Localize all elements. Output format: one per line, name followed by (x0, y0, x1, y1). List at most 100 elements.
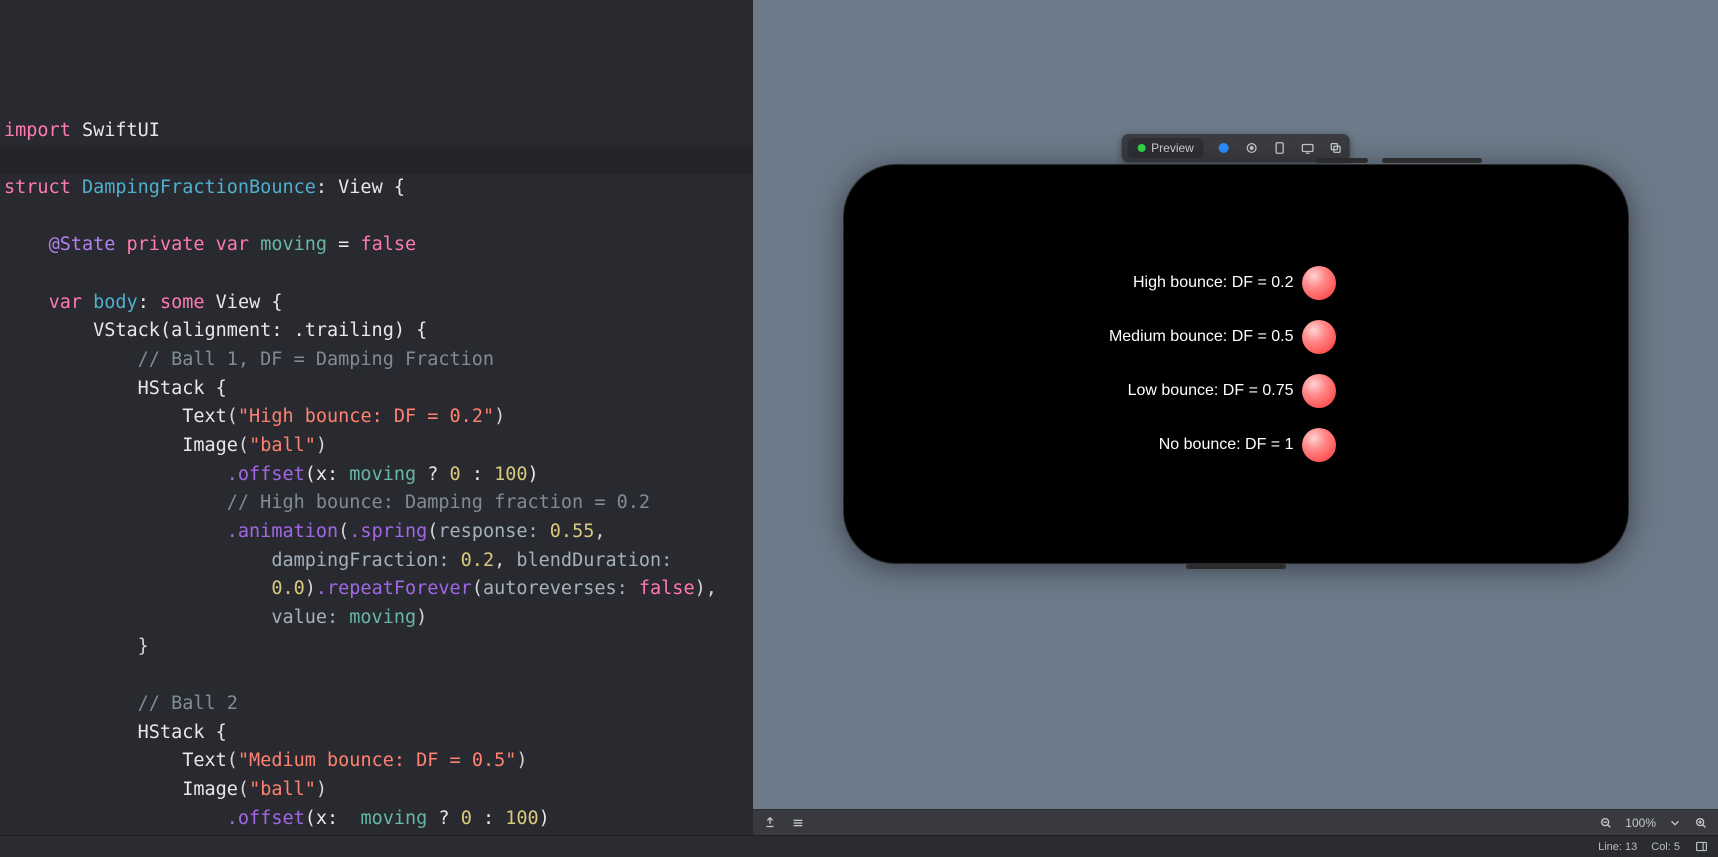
comment: // Ball 1, DF = Damping Fraction (138, 349, 494, 370)
punct: : (138, 292, 149, 313)
keyword-private: private (127, 234, 205, 255)
status-dot-icon (1137, 144, 1145, 152)
var-moving: moving (260, 234, 327, 255)
status-col: Col: 5 (1651, 841, 1680, 853)
minimap-toggle-icon[interactable] (1694, 840, 1708, 854)
var-moving: moving (349, 607, 416, 628)
canvas-inner[interactable]: Preview (753, 0, 1718, 809)
arg-response: response: (438, 521, 538, 542)
selectable-preview-icon[interactable] (1244, 140, 1260, 156)
method-repeatforever: .repeatForever (316, 578, 472, 599)
pin-preview-icon[interactable] (763, 816, 777, 830)
num: 0.0 (271, 578, 304, 599)
ball-icon (1302, 266, 1336, 300)
args: (x: (305, 808, 338, 829)
main-split: import SwiftUI struct DampingFractionBou… (0, 0, 1718, 835)
punct: : View { (316, 177, 405, 198)
code-content: import SwiftUI struct DampingFractionBou… (4, 88, 753, 835)
modifier-animation: .animation (227, 521, 338, 542)
device-bottom-nub (1186, 564, 1286, 569)
app-preview-content: High bounce: DF = 0.2 Medium bounce: DF … (844, 165, 1628, 563)
row-label: No bounce: DF = 1 (1159, 436, 1294, 454)
num: 0 (461, 808, 472, 829)
arg-blendduration: blendDuration: (516, 550, 672, 571)
preview-row-no-bounce: No bounce: DF = 1 (1159, 428, 1336, 462)
preview-canvas: Preview (753, 0, 1718, 835)
preview-on-device-icon[interactable] (1300, 140, 1316, 156)
type-view: View (216, 292, 261, 313)
keyword-false: false (360, 234, 416, 255)
preview-row-low-bounce: Low bounce: DF = 0.75 (1128, 374, 1336, 408)
comment: // Ball 2 (138, 693, 238, 714)
punct: ) (528, 464, 539, 485)
status-line: Line: 13 (1598, 841, 1637, 853)
punct: : (461, 464, 494, 485)
punct: ) (539, 808, 550, 829)
string: "High bounce: DF = 0.2" (238, 406, 494, 427)
zoom-in-icon[interactable] (1694, 816, 1708, 830)
keyword-var: var (49, 292, 82, 313)
type-name: DampingFractionBounce (82, 177, 316, 198)
punct: : (472, 808, 505, 829)
row-label: Medium bounce: DF = 0.5 (1109, 328, 1294, 346)
zoom-level[interactable]: 100% (1625, 816, 1656, 830)
modifier-offset: .offset (227, 808, 305, 829)
ball-icon (1302, 374, 1336, 408)
modifier-offset: .offset (227, 464, 305, 485)
type-text: Text (182, 406, 227, 427)
row-label: Low bounce: DF = 0.75 (1128, 382, 1294, 400)
ball-icon (1302, 428, 1336, 462)
comment: // High bounce: Damping fraction = 0.2 (227, 492, 650, 513)
canvas-settings-icon[interactable] (791, 816, 805, 830)
duplicate-preview-icon[interactable] (1328, 140, 1344, 156)
string: "ball" (249, 435, 316, 456)
keyword-false: false (639, 578, 695, 599)
var-moving: moving (349, 464, 416, 485)
type-image: Image (182, 435, 238, 456)
keyword-import: import (4, 120, 71, 141)
status-bar: Line: 13 Col: 5 (0, 835, 1718, 857)
num: 0.55 (550, 521, 595, 542)
keyword-struct: struct (4, 177, 71, 198)
module-swiftui: SwiftUI (82, 120, 160, 141)
preview-row-high-bounce: High bounce: DF = 0.2 (1133, 266, 1336, 300)
simulator-device-frame: High bounce: DF = 0.2 Medium bounce: DF … (844, 165, 1628, 563)
var-moving: moving (360, 808, 427, 829)
prop-body: body (93, 292, 138, 313)
preview-label: Preview (1151, 141, 1194, 155)
args: (x: (305, 464, 338, 485)
row-label: High bounce: DF = 0.2 (1133, 274, 1294, 292)
num: 0.2 (461, 550, 494, 571)
canvas-bottom-bar: 100% (753, 809, 1718, 835)
zoom-out-icon[interactable] (1599, 816, 1613, 830)
string: "ball" (249, 779, 316, 800)
preview-mode-button[interactable]: Preview (1127, 138, 1204, 158)
live-preview-icon[interactable] (1216, 140, 1232, 156)
punct: { (204, 722, 226, 743)
type-image: Image (182, 779, 238, 800)
num: 100 (505, 808, 538, 829)
code-editor[interactable]: import SwiftUI struct DampingFractionBou… (0, 0, 753, 835)
punct: ? (416, 464, 449, 485)
type-hstack: HStack (138, 722, 205, 743)
keyword-some: some (160, 292, 205, 313)
type-hstack: HStack (138, 378, 205, 399)
type-vstack: VStack (93, 320, 160, 341)
method-spring: .spring (349, 521, 427, 542)
punct: { (260, 292, 282, 313)
punct: ? (427, 808, 460, 829)
string: "Medium bounce: DF = 0.5" (238, 750, 516, 771)
punct: = (327, 234, 360, 255)
type-text: Text (182, 750, 227, 771)
zoom-dropdown-icon[interactable] (1668, 816, 1682, 830)
arg-dampingfraction: dampingFraction: (271, 550, 449, 571)
args: (alignment: .trailing) { (160, 320, 427, 341)
punct: { (204, 378, 226, 399)
device-settings-icon[interactable] (1272, 140, 1288, 156)
keyword-var: var (216, 234, 249, 255)
num: 0 (450, 464, 461, 485)
num: 100 (494, 464, 527, 485)
arg-value: value: (271, 607, 338, 628)
preview-row-medium-bounce: Medium bounce: DF = 0.5 (1109, 320, 1336, 354)
ball-icon (1302, 320, 1336, 354)
